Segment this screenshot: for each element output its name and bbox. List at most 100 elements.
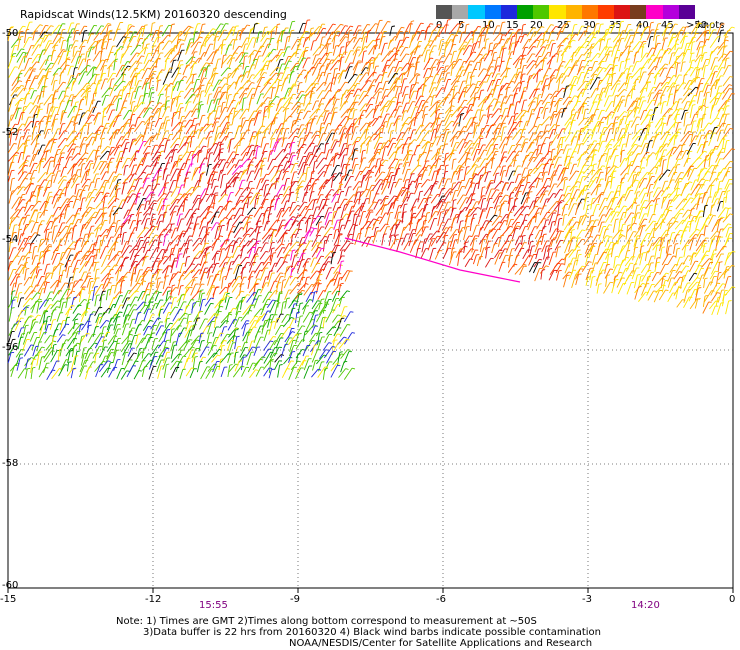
wind-barb xyxy=(130,165,135,176)
wind-barb xyxy=(85,149,94,163)
wind-barb xyxy=(17,165,26,175)
wind-barb xyxy=(500,127,505,141)
wind-barb xyxy=(344,42,348,55)
wind-barb xyxy=(553,125,558,135)
wind-barb xyxy=(359,143,363,154)
wind-barb-flag xyxy=(411,20,415,22)
wind-barb-flag xyxy=(719,180,723,182)
wind-barb xyxy=(298,23,304,34)
wind-barb-flag xyxy=(497,135,501,138)
wind-barb-flag xyxy=(583,102,587,105)
wind-barb-flag xyxy=(615,57,619,59)
wind-barb xyxy=(199,45,203,55)
wind-barb-flag xyxy=(362,149,366,152)
wind-barb xyxy=(17,112,23,125)
wind-barb-flag xyxy=(427,165,432,167)
wind-barb xyxy=(512,82,520,93)
wind-barb-flag xyxy=(152,22,156,24)
wind-barb-flag xyxy=(538,144,542,146)
wind-barb-flag xyxy=(129,45,133,48)
wind-barb xyxy=(520,100,525,112)
wind-barb-flag xyxy=(731,26,735,29)
wind-barb-flag xyxy=(492,137,496,140)
wind-barb-flag xyxy=(40,120,44,123)
wind-barb-flag xyxy=(378,53,382,55)
wind-barb xyxy=(610,23,616,34)
wind-barb-flag xyxy=(489,20,493,22)
wind-barb-flag xyxy=(380,179,384,181)
wind-barb-flag xyxy=(691,52,695,54)
wind-barb xyxy=(8,191,13,204)
wind-barb xyxy=(31,44,39,56)
wind-barb-flag xyxy=(538,135,542,137)
wind-barb xyxy=(8,152,17,162)
wind-barb-flag xyxy=(630,41,634,43)
wind-barb-flag xyxy=(477,25,481,28)
wind-barb-flag xyxy=(486,124,490,127)
wind-barb-flag xyxy=(503,126,507,128)
wind-barb-flag xyxy=(676,55,680,58)
wind-barb xyxy=(514,174,519,184)
wind-barb-flag xyxy=(480,174,484,176)
wind-barb xyxy=(506,104,511,118)
wind-barb xyxy=(640,134,647,148)
wind-barb-flag xyxy=(589,156,593,158)
wind-barb-flag xyxy=(380,159,384,161)
wind-barb-flag xyxy=(639,41,643,43)
wind-barb xyxy=(612,83,618,97)
wind-barb-flag xyxy=(127,61,131,63)
wind-barb-flag xyxy=(661,94,665,96)
wind-barb xyxy=(554,108,562,118)
wind-barb-flag xyxy=(613,170,617,172)
wind-barb xyxy=(387,40,392,50)
wind-barb-flag xyxy=(141,68,145,71)
wind-barb-flag xyxy=(698,157,702,160)
wind-barb-flag xyxy=(581,54,585,56)
wind-barb xyxy=(290,120,294,134)
wind-barb xyxy=(428,165,434,177)
wind-barb xyxy=(689,67,697,77)
wind-barb-flag xyxy=(16,151,20,154)
wind-barb xyxy=(259,82,269,94)
wind-barb xyxy=(73,88,83,100)
wind-barb xyxy=(561,108,565,118)
wind-barb-flag xyxy=(597,52,601,55)
wind-barb xyxy=(672,144,681,155)
wind-barb-flag xyxy=(496,189,500,191)
wind-barb-flag xyxy=(425,76,429,79)
wind-barb-flag xyxy=(107,23,111,25)
wind-barb-flag xyxy=(138,44,142,47)
wind-barb xyxy=(634,124,637,134)
wind-barb-flag xyxy=(573,51,577,54)
wind-barb-flag xyxy=(545,107,549,110)
wind-barb-flag xyxy=(581,46,585,48)
wind-barb-flag xyxy=(262,164,266,167)
wind-barb xyxy=(214,44,222,55)
wind-barb-flag xyxy=(716,78,720,81)
wind-barb-flag xyxy=(706,91,710,94)
wind-barb-flag xyxy=(466,23,470,26)
wind-barb-flag xyxy=(59,188,63,191)
wind-barb xyxy=(667,37,674,48)
wind-barb-flag xyxy=(559,50,563,52)
wind-barb xyxy=(71,146,77,156)
wind-barb xyxy=(654,122,663,135)
wind-barb xyxy=(388,158,396,169)
wind-barb-flag xyxy=(149,107,153,109)
wind-barb-flag xyxy=(705,106,709,109)
wind-barb-flag xyxy=(276,177,280,180)
wind-barb xyxy=(605,39,609,51)
wind-barb-flag xyxy=(542,157,546,159)
wind-barb-flag xyxy=(611,101,615,103)
wind-barb xyxy=(681,110,686,120)
wind-barb xyxy=(702,65,706,78)
wind-barb xyxy=(542,108,546,119)
wind-barb xyxy=(501,182,507,192)
wind-barb-flag xyxy=(700,54,704,57)
wind-barb-flag xyxy=(515,154,520,156)
wind-barb-flag xyxy=(458,58,463,61)
wind-barb-flag xyxy=(540,100,544,102)
wind-barb xyxy=(234,76,240,90)
wind-barb xyxy=(424,27,428,41)
wind-barb xyxy=(617,119,622,133)
